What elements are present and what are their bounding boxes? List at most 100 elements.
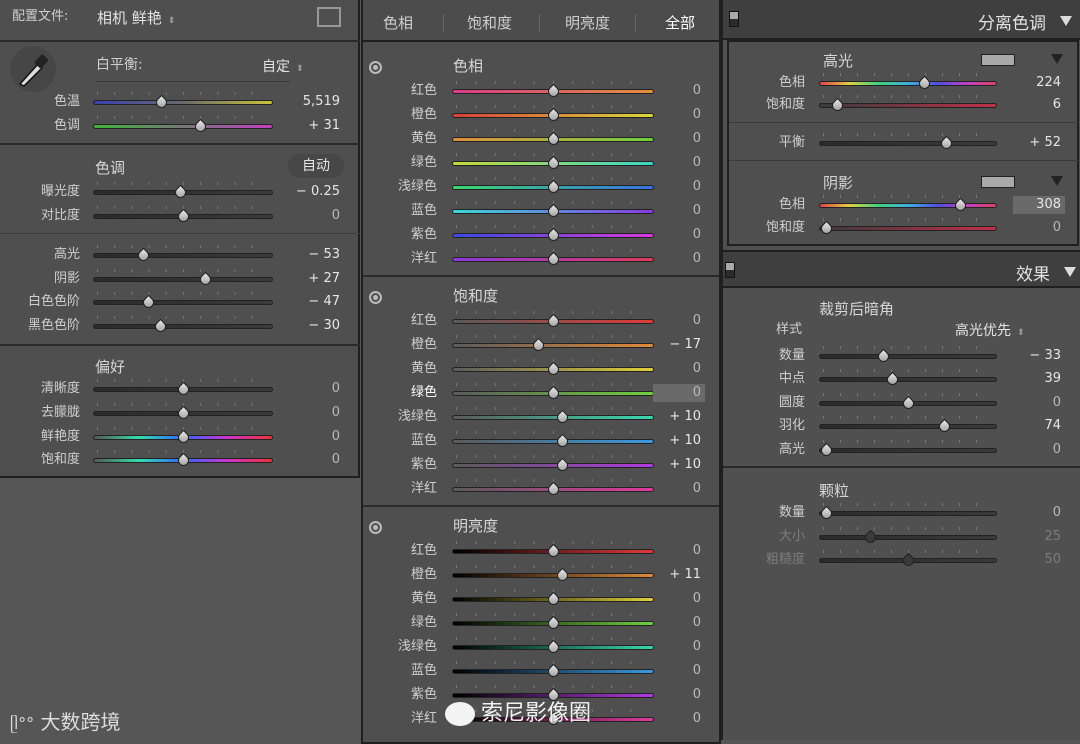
slider-1-value[interactable]: + 27 <box>292 270 344 288</box>
hsl-sat-6-value[interactable]: + 10 <box>653 456 705 474</box>
hsl-sat-1-value[interactable]: − 17 <box>653 336 705 354</box>
shadows-0-value[interactable]: 308 <box>1013 196 1065 214</box>
vignette-3-slider-thumb[interactable] <box>936 418 953 435</box>
eyedropper-icon[interactable] <box>10 46 56 92</box>
hsl-sat-5-slider[interactable] <box>452 439 654 444</box>
hsl-hue-1-slider-thumb[interactable] <box>545 107 562 124</box>
hsl-lum-3-value[interactable]: 0 <box>653 614 705 632</box>
hsl-sat-5-slider-thumb[interactable] <box>555 433 571 450</box>
hsl-sat-4-slider-thumb[interactable] <box>555 409 571 426</box>
hsl-sat-3-value[interactable]: 0 <box>653 384 705 402</box>
slider-0-value[interactable]: − 0.25 <box>292 183 344 201</box>
hsl-hue-0-value[interactable]: 0 <box>653 82 705 100</box>
shadows-0-slider[interactable] <box>819 203 997 208</box>
slider-0-slider[interactable] <box>93 253 273 258</box>
slider-0-value[interactable]: − 53 <box>292 246 344 264</box>
vignette-1-value[interactable]: 39 <box>1013 370 1065 388</box>
grain-0-slider[interactable] <box>819 511 997 516</box>
hsl-sat-7-slider-thumb[interactable] <box>545 481 562 498</box>
slider-3-value[interactable]: − 30 <box>292 317 344 335</box>
balance-value[interactable]: + 52 <box>1013 134 1065 152</box>
white-balance-select[interactable]: 自定 ⬍ <box>262 56 304 76</box>
grain-1-value[interactable]: 25 <box>1013 528 1065 546</box>
hsl-sat-5-value[interactable]: + 10 <box>653 432 705 450</box>
slider-2-slider[interactable] <box>93 300 273 305</box>
highlights-0-slider[interactable] <box>819 81 997 86</box>
slider-1-slider-thumb[interactable] <box>192 118 208 135</box>
slider-3-slider[interactable] <box>93 324 273 329</box>
slider-0-slider-thumb[interactable] <box>154 94 170 111</box>
shadows-color-picker-icon[interactable] <box>1051 176 1063 186</box>
slider-2-slider-thumb[interactable] <box>140 294 157 311</box>
slider-0-value[interactable]: 0 <box>292 380 344 398</box>
hsl-hue-2-value[interactable]: 0 <box>653 130 705 148</box>
hsl-lum-1-slider[interactable] <box>452 573 654 578</box>
highlights-0-value[interactable]: 224 <box>1013 74 1065 92</box>
vignette-2-value[interactable]: 0 <box>1013 394 1065 412</box>
panel-toggle-switch[interactable] <box>725 262 735 278</box>
slider-1-slider[interactable] <box>93 277 273 282</box>
vignette-1-slider[interactable] <box>819 377 997 382</box>
hsl-lum-4-slider-thumb[interactable] <box>545 639 562 656</box>
hsl-hue-4-value[interactable]: 0 <box>653 178 705 196</box>
vignette-0-value[interactable]: − 33 <box>1013 347 1065 365</box>
shadows-1-slider[interactable] <box>819 226 997 231</box>
hsl-lum-0-slider-thumb[interactable] <box>545 543 562 560</box>
slider-0-slider-thumb[interactable] <box>135 247 152 264</box>
hsl-sat-2-value[interactable]: 0 <box>653 360 705 378</box>
slider-1-value[interactable]: + 31 <box>292 117 344 135</box>
hsl-hue-1-value[interactable]: 0 <box>653 106 705 124</box>
hsl-hue-5-slider-thumb[interactable] <box>545 203 562 220</box>
effects-header[interactable]: 效果 <box>723 250 1080 288</box>
grain-1-slider[interactable] <box>819 535 997 540</box>
targeted-adjustment-icon[interactable] <box>369 291 382 304</box>
hsl-hue-2-slider-thumb[interactable] <box>545 131 562 148</box>
slider-1-slider-thumb[interactable] <box>175 208 192 225</box>
vignette-3-value[interactable]: 74 <box>1013 417 1065 435</box>
hsl-lum-0-value[interactable]: 0 <box>653 542 705 560</box>
balance-slider[interactable] <box>819 141 997 146</box>
shadows-1-value[interactable]: 0 <box>1013 219 1065 237</box>
tab-luminance[interactable]: 明亮度 <box>565 12 610 33</box>
tab-saturation[interactable]: 饱和度 <box>467 12 512 33</box>
vignette-2-slider-thumb[interactable] <box>900 395 917 412</box>
profile-select[interactable]: 相机 鲜艳 ⬍ <box>97 7 175 28</box>
hsl-lum-1-slider-thumb[interactable] <box>555 567 571 584</box>
tab-hue[interactable]: 色相 <box>383 12 413 33</box>
slider-2-value[interactable]: − 47 <box>292 293 344 311</box>
slider-1-slider-thumb[interactable] <box>197 271 213 288</box>
hsl-sat-0-slider-thumb[interactable] <box>545 313 562 330</box>
hsl-sat-1-slider-thumb[interactable] <box>530 337 547 354</box>
vignette-style-select[interactable]: 高光优先 ⬍ <box>955 320 1025 340</box>
vignette-0-slider[interactable] <box>819 354 997 359</box>
grain-2-slider-thumb[interactable] <box>900 552 917 569</box>
highlights-color-picker-icon[interactable] <box>1051 54 1063 64</box>
grain-1-slider-thumb[interactable] <box>862 529 879 546</box>
hsl-sat-7-value[interactable]: 0 <box>653 480 705 498</box>
panel-toggle-switch[interactable] <box>729 11 739 27</box>
hsl-hue-6-value[interactable]: 0 <box>653 226 705 244</box>
slider-1-slider[interactable] <box>93 124 273 129</box>
slider-3-slider-thumb[interactable] <box>175 452 192 469</box>
slider-2-slider-thumb[interactable] <box>175 429 192 446</box>
hsl-sat-2-slider-thumb[interactable] <box>545 361 562 378</box>
hsl-lum-5-slider-thumb[interactable] <box>545 663 562 680</box>
hsl-hue-4-slider-thumb[interactable] <box>545 179 562 196</box>
vignette-4-slider[interactable] <box>819 448 997 453</box>
hsl-lum-5-value[interactable]: 0 <box>653 662 705 680</box>
hsl-lum-4-value[interactable]: 0 <box>653 638 705 656</box>
vignette-4-value[interactable]: 0 <box>1013 441 1065 459</box>
vignette-4-slider-thumb[interactable] <box>818 442 835 459</box>
hsl-hue-7-slider-thumb[interactable] <box>545 251 562 268</box>
hsl-sat-4-slider[interactable] <box>452 415 654 420</box>
hsl-lum-7-value[interactable]: 0 <box>653 710 705 728</box>
hsl-lum-2-value[interactable]: 0 <box>653 590 705 608</box>
hsl-sat-6-slider-thumb[interactable] <box>555 457 571 474</box>
slider-0-slider[interactable] <box>93 100 273 105</box>
hsl-hue-0-slider-thumb[interactable] <box>545 83 562 100</box>
slider-3-value[interactable]: 0 <box>292 451 344 469</box>
vignette-1-slider-thumb[interactable] <box>884 371 900 388</box>
hsl-sat-4-value[interactable]: + 10 <box>653 408 705 426</box>
slider-3-slider-thumb[interactable] <box>152 318 169 335</box>
highlights-color-swatch[interactable] <box>981 54 1015 66</box>
